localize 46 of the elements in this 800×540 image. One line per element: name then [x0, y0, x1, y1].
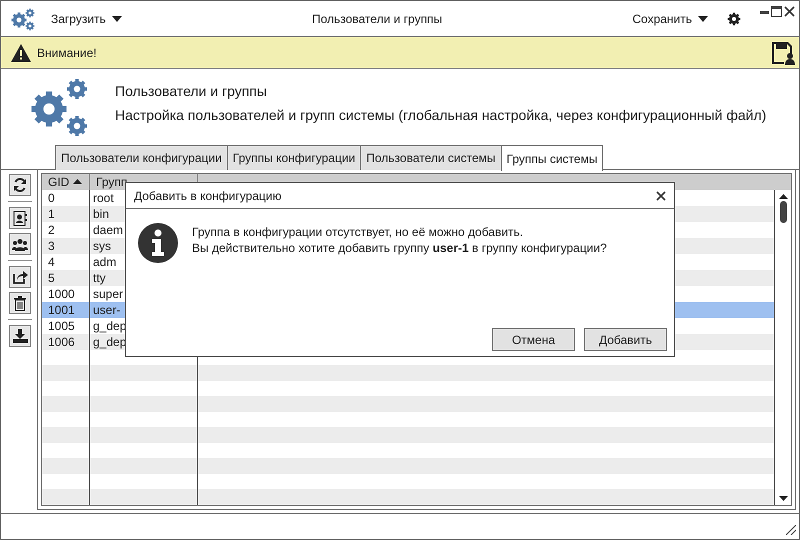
refresh-button[interactable] — [9, 174, 31, 196]
tab[interactable]: Пользователи системы — [360, 145, 502, 170]
refresh-icon — [13, 178, 27, 192]
dialog-button[interactable]: Добавить — [584, 328, 667, 351]
delete-button[interactable] — [9, 292, 31, 314]
caret-icon — [698, 16, 708, 22]
download-icon — [12, 329, 28, 343]
close-icon — [656, 190, 666, 200]
tab[interactable]: Группы конфигурации — [226, 145, 362, 170]
table-cell: 3 — [42, 238, 90, 254]
settings-icon[interactable] — [726, 10, 742, 26]
table-cell: 1001 — [42, 302, 90, 318]
window-title: Пользователи и группы — [310, 12, 444, 26]
warning-text: Внимание! — [37, 46, 98, 60]
trash-icon — [14, 296, 26, 310]
save-user-icon[interactable] — [771, 40, 795, 64]
scroll-up-icon[interactable] — [778, 194, 788, 199]
scroll-thumb[interactable] — [780, 201, 786, 223]
maximize-icon[interactable] — [771, 6, 782, 17]
info-icon — [138, 223, 178, 263]
scroll-down-icon[interactable] — [778, 496, 788, 501]
warning-icon — [11, 44, 31, 62]
group-button[interactable] — [9, 233, 31, 255]
save-menu[interactable]: Сохранить — [628, 10, 712, 28]
tab[interactable]: Пользователи конфигурации — [55, 145, 228, 170]
people-icon — [12, 238, 28, 250]
dialog-button[interactable]: Отмена — [492, 328, 575, 351]
table-cell: 1 — [42, 206, 90, 222]
close-button[interactable] — [656, 190, 666, 200]
close-icon[interactable] — [784, 6, 795, 17]
download-button[interactable] — [9, 325, 31, 347]
table-cell: 1006 — [42, 334, 90, 350]
scrollbar[interactable] — [774, 190, 791, 505]
contact-card-button[interactable] — [9, 207, 31, 229]
gears-icon — [9, 6, 37, 32]
table-cell: 5 — [42, 270, 90, 286]
contact-card-icon — [13, 210, 27, 226]
page-title: Пользователи и группы — [115, 83, 268, 99]
load-menu[interactable]: Загрузить — [47, 10, 126, 28]
column-header[interactable]: GID — [42, 174, 90, 190]
page-subtitle: Настройка пользователей и групп системы (глобальная настройка, через конфигурационный файл) — [115, 107, 766, 123]
caret-icon — [112, 16, 122, 22]
resize-grip-icon[interactable] — [786, 525, 796, 535]
export-button[interactable] — [9, 266, 31, 288]
share-icon — [12, 270, 28, 284]
tab[interactable]: Группы системы — [500, 145, 604, 171]
